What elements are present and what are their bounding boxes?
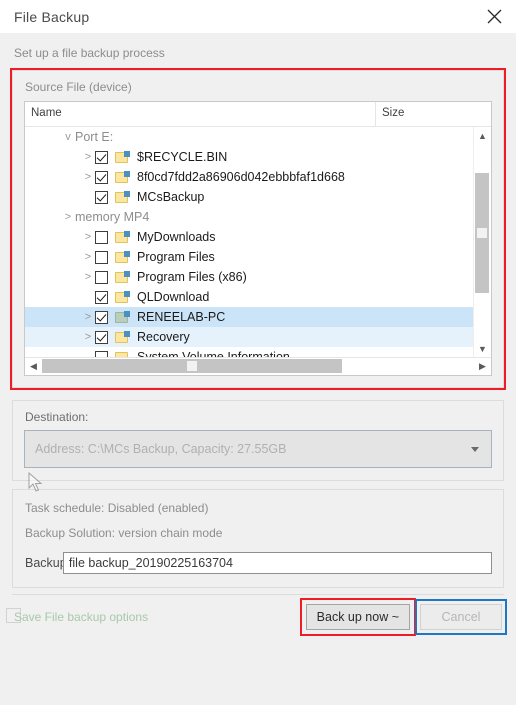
tree-row[interactable]: >MCsBackup	[25, 187, 474, 207]
dialog-subtitle: Set up a file backup process	[14, 46, 165, 60]
vertical-scrollbar[interactable]: ▲ ▼	[473, 127, 491, 357]
tree-row-label: 8f0cd7fdd2a86906d042ebbbfaf1d668	[137, 170, 345, 184]
destination-group: Destination: Address: C:\MCs Backup, Cap…	[12, 400, 504, 481]
folder-icon	[115, 230, 130, 244]
destination-dropdown[interactable]: Address: C:\MCs Backup, Capacity: 27.55G…	[24, 430, 492, 468]
save-backup-options-label: Save File backup options	[14, 610, 149, 624]
folder-icon	[115, 250, 130, 264]
title-bar: File Backup	[0, 0, 516, 33]
tree-row[interactable]: >QLDownload	[25, 287, 474, 307]
close-icon[interactable]	[472, 0, 516, 33]
horizontal-scrollbar-thumb[interactable]	[42, 359, 342, 373]
tree-row-label: MCsBackup	[137, 190, 205, 204]
destination-value: Address: C:\MCs Backup, Capacity: 27.55G…	[35, 442, 287, 456]
scroll-left-arrow-icon[interactable]: ◀	[25, 358, 42, 375]
backup-now-wrap: Back up now ~	[299, 598, 416, 636]
folder-icon	[115, 190, 130, 204]
row-checkbox[interactable]	[95, 270, 108, 284]
save-disk-icon	[6, 608, 21, 623]
row-checkbox[interactable]	[95, 230, 108, 244]
tree-row[interactable]: > $RECYCLE.BIN	[25, 147, 474, 167]
chevron-collapsed-icon[interactable]: >	[81, 231, 95, 243]
tree-row[interactable]: > MyDownloads	[25, 227, 474, 247]
tree-row[interactable]: > Recovery	[25, 327, 474, 347]
row-checkbox[interactable]	[95, 310, 108, 324]
row-checkbox[interactable]	[95, 190, 108, 204]
source-group-label: Source File (device)	[25, 80, 132, 94]
folder-icon	[115, 310, 130, 324]
column-header-size[interactable]: Size	[375, 102, 491, 126]
dialog-footer: Save File backup options Back up now ~ C…	[0, 588, 516, 705]
tree-row[interactable]: > Program Files	[25, 247, 474, 267]
window-title: File Backup	[14, 8, 90, 25]
tree-row-label: QLDownload	[137, 290, 210, 304]
source-file-tree[interactable]: Name Size v Port E: > $RECYCLE.BIN >8f0cd7fd…	[24, 101, 492, 376]
backup-solution-text[interactable]: Backup Solution: version chain mode	[13, 515, 503, 540]
tree-row-label: System Volume Information	[137, 350, 290, 357]
tree-row[interactable]: > RENEELAB-PC	[25, 307, 474, 327]
tree-row-label: $RECYCLE.BIN	[137, 150, 228, 164]
tree-row-label: MyDownloads	[137, 230, 216, 244]
task-schedule-text[interactable]: Task schedule: Disabled (enabled)	[13, 490, 503, 515]
file-backup-dialog: File Backup Set up a file backup process…	[0, 0, 516, 705]
tree-body: v Port E: > $RECYCLE.BIN >8f0cd7fdd2a86906d0…	[25, 127, 491, 357]
destination-section: Destination: Address: C:\MCs Backup, Cap…	[12, 400, 504, 481]
tree-row-label: Recovery	[137, 330, 190, 344]
chevron-collapsed-icon[interactable]: >	[81, 171, 95, 183]
scroll-up-arrow-icon[interactable]: ▲	[474, 127, 491, 144]
folder-icon	[115, 330, 130, 344]
backup-name-input[interactable]	[62, 552, 492, 574]
cancel-wrap: Cancel	[415, 599, 507, 635]
tree-rows: v Port E: > $RECYCLE.BIN >8f0cd7fdd2a86906d0…	[25, 127, 474, 357]
tree-row-label: memory MP4	[75, 210, 150, 224]
back-up-now-button[interactable]: Back up now ~	[305, 604, 410, 630]
horizontal-scrollbar[interactable]: ◀ ▶	[25, 357, 491, 375]
folder-icon	[115, 150, 130, 164]
row-checkbox[interactable]	[95, 290, 108, 304]
chevron-expanded-icon[interactable]: v	[61, 131, 75, 143]
row-checkbox[interactable]	[95, 330, 108, 344]
row-checkbox[interactable]	[95, 250, 108, 264]
chevron-collapsed-icon[interactable]: >	[81, 251, 95, 263]
tree-row[interactable]: v Port E:	[25, 127, 474, 147]
tree-row-label: Program Files (x86)	[137, 270, 247, 284]
row-checkbox[interactable]	[95, 170, 108, 184]
chevron-collapsed-icon[interactable]: >	[81, 271, 95, 283]
tree-row[interactable]: > Program Files (x86)	[25, 267, 474, 287]
tree-row-label: Port E:	[75, 130, 114, 144]
options-group: Task schedule: Disabled (enabled) Backup…	[12, 489, 504, 588]
tree-header: Name Size	[25, 102, 491, 127]
chevron-collapsed-icon[interactable]: >	[81, 331, 95, 343]
horizontal-scrollbar-track[interactable]	[42, 358, 474, 375]
folder-icon	[115, 270, 130, 284]
tree-row-label: Program Files	[137, 250, 215, 264]
scroll-down-arrow-icon[interactable]: ▼	[474, 340, 491, 357]
chevron-down-icon[interactable]	[471, 447, 479, 452]
chevron-collapsed-icon[interactable]: >	[61, 211, 75, 223]
source-group: Source File (device) Name Size v Port E: >…	[12, 70, 504, 388]
chevron-collapsed-icon[interactable]: >	[81, 151, 95, 163]
destination-label: Destination:	[25, 410, 89, 424]
options-section: Task schedule: Disabled (enabled) Backup…	[12, 489, 504, 588]
backup-name-row: Backup name:	[13, 540, 503, 587]
tree-row[interactable]: >8f0cd7fdd2a86906d042ebbbfaf1d668	[25, 167, 474, 187]
cancel-button[interactable]: Cancel	[420, 604, 502, 630]
footer-buttons: Back up now ~ Cancel	[299, 598, 507, 636]
source-file-section: Source File (device) Name Size v Port E: >…	[10, 68, 506, 390]
scroll-right-arrow-icon[interactable]: ▶	[474, 358, 491, 375]
vertical-scrollbar-thumb[interactable]	[475, 173, 489, 293]
chevron-collapsed-icon[interactable]: >	[81, 311, 95, 323]
tree-row[interactable]: > memory MP4	[25, 207, 474, 227]
folder-icon	[115, 290, 130, 304]
footer-divider	[12, 594, 504, 595]
column-header-name[interactable]: Name	[25, 102, 375, 126]
save-backup-options-link[interactable]: Save File backup options	[6, 608, 149, 624]
tree-row-label: RENEELAB-PC	[137, 310, 226, 324]
tree-row[interactable]: >System Volume Information	[25, 347, 474, 357]
folder-icon	[115, 170, 130, 184]
row-checkbox[interactable]	[95, 150, 108, 164]
